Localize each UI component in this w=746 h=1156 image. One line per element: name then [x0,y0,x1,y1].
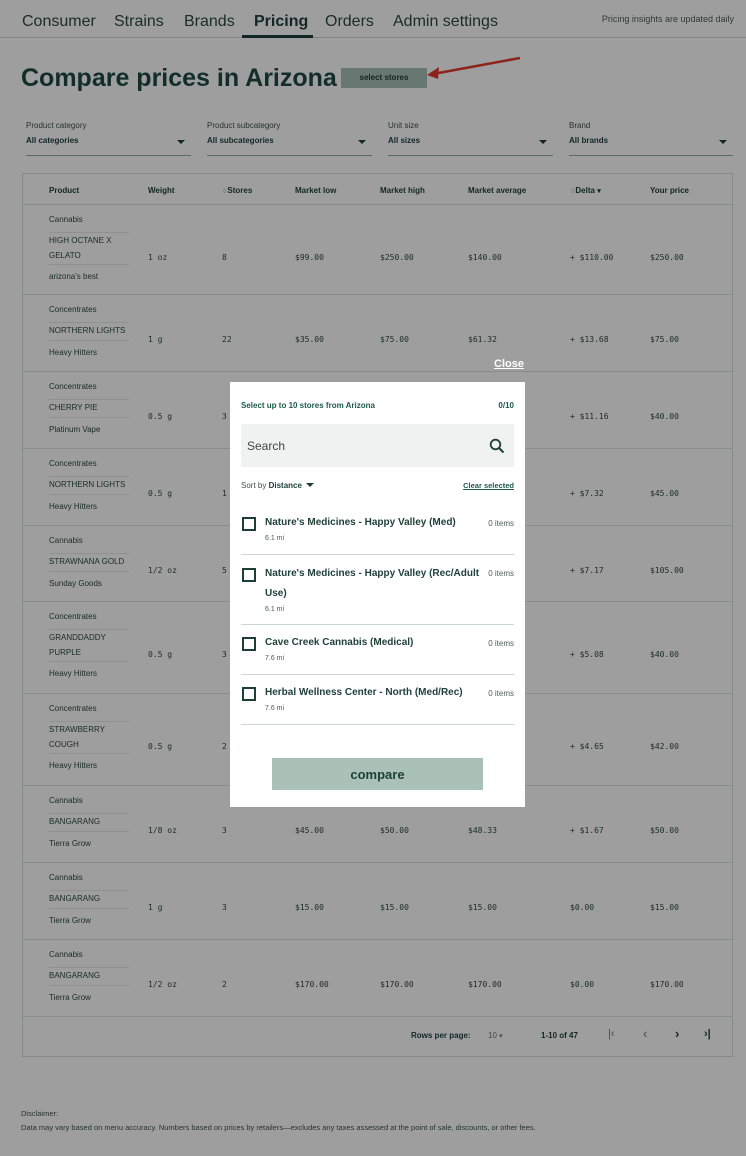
store-distance: 7.6 mi [265,655,285,662]
store-item-count: 0 items [488,639,514,648]
store-name: Nature's Medicines - Happy Valley (Med) [265,517,456,528]
store-option[interactable]: Nature's Medicines - Happy Valley (Med) … [241,510,514,555]
select-stores-modal: Select up to 10 stores from Arizona 0/10… [230,382,525,807]
search-icon[interactable] [489,438,505,454]
store-item-count: 0 items [488,569,514,578]
store-checkbox[interactable] [242,687,256,701]
store-checkbox[interactable] [242,637,256,651]
sort-prefix: Sort by [241,481,267,490]
store-distance: 7.6 mi [265,705,285,712]
store-name: Herbal Wellness Center - North (Med/Rec) [265,687,463,698]
store-item-count: 0 items [488,689,514,698]
store-name: Nature's Medicines - Happy Valley (Rec/A… [265,568,480,599]
store-name: Cave Creek Cannabis (Medical) [265,637,414,648]
store-distance: 6.1 mi [265,535,285,542]
store-search [241,424,514,467]
store-checkbox[interactable] [242,517,256,531]
store-item-count: 0 items [488,519,514,528]
store-distance: 6.1 mi [265,606,285,613]
close-modal-link[interactable]: Close [494,358,524,370]
sort-value: Distance [268,481,302,490]
store-option[interactable]: Herbal Wellness Center - North (Med/Rec)… [241,675,514,725]
sort-by-select[interactable]: Sort by Distance [241,481,314,490]
store-checkbox[interactable] [242,568,256,582]
chevron-down-icon [305,483,314,487]
store-option[interactable]: Cave Creek Cannabis (Medical) 0 items 7.… [241,625,514,675]
clear-selected-link[interactable]: Clear selected [463,481,514,490]
store-option[interactable]: Nature's Medicines - Happy Valley (Rec/A… [241,555,514,625]
store-search-input[interactable] [247,424,477,467]
compare-button[interactable]: compare [272,758,483,790]
modal-heading: Select up to 10 stores from Arizona [241,401,375,410]
selected-count: 0/10 [498,401,514,410]
